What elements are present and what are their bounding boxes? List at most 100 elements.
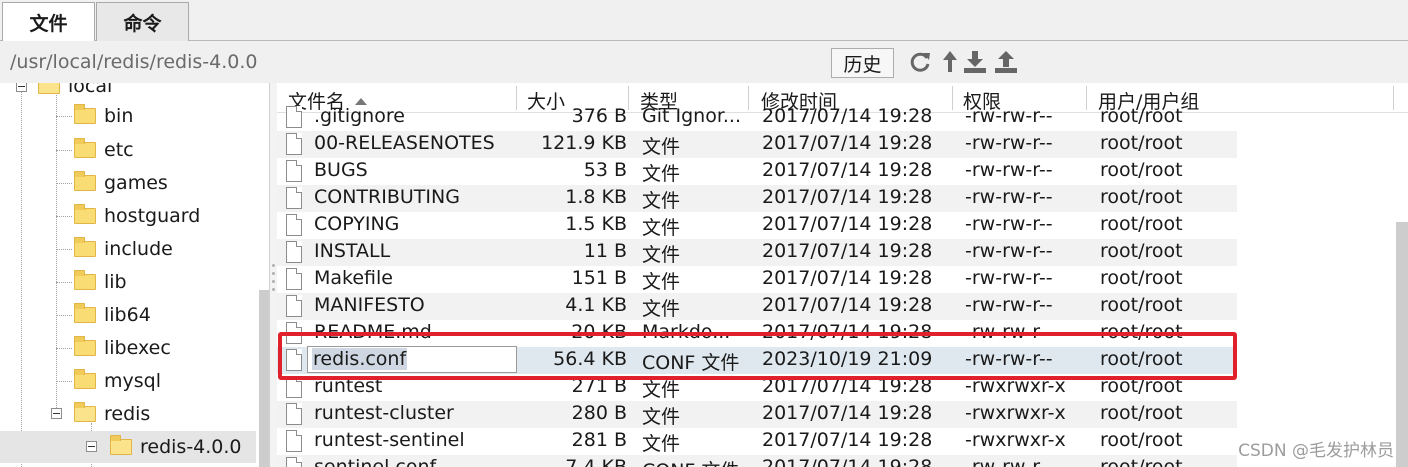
file-name: COPYING — [314, 213, 400, 235]
collapse-toggle[interactable] — [51, 408, 62, 419]
file-row[interactable]: CONTRIBUTING 1.8 KB 文件 2017/07/14 19:28 -rw-… — [277, 185, 1237, 212]
directory-tree: local bin etc games hostguard include li… — [0, 83, 270, 467]
tree-item-games[interactable]: games — [74, 168, 168, 198]
up-arrow-icon[interactable] — [937, 49, 963, 75]
file-modified: 2017/07/14 19:28 — [762, 105, 933, 127]
file-size: 1.8 KB — [565, 186, 627, 208]
file-row[interactable]: runtest-sentinel 281 B 文件 2017/07/14 19:28 -… — [277, 428, 1237, 455]
file-owner: root/root — [1100, 402, 1183, 424]
folder-icon — [74, 237, 96, 257]
folder-icon — [74, 104, 96, 124]
folder-icon — [74, 138, 96, 158]
file-permissions: -rw-rw-r-- — [965, 456, 1053, 467]
file-list-scrollbar[interactable] — [1396, 222, 1408, 467]
file-name: CONTRIBUTING — [314, 186, 460, 208]
upload-icon[interactable] — [993, 49, 1019, 75]
tree-item-label: bin — [104, 105, 134, 127]
folder-open-icon — [38, 83, 60, 94]
tree-scrollbar[interactable] — [259, 290, 269, 467]
file-icon — [286, 214, 302, 236]
tab-files[interactable]: 文件 — [2, 2, 95, 42]
tree-item-hostguard[interactable]: hostguard — [74, 201, 200, 231]
file-row[interactable]: MANIFESTO 4.1 KB 文件 2017/07/14 19:28 -rw-rw-… — [277, 293, 1237, 320]
file-owner: root/root — [1100, 105, 1183, 127]
watermark: CSDN @毛发护林员 — [1238, 441, 1394, 461]
tree-item-label: libexec — [104, 337, 171, 359]
tree-line — [56, 348, 72, 349]
tree-line — [56, 381, 72, 382]
column-separator[interactable] — [1393, 86, 1394, 110]
tree-item-libexec[interactable]: libexec — [74, 333, 171, 363]
tab-bar: 文件 命令 — [0, 0, 1408, 42]
file-permissions: -rw-rw-r-- — [965, 186, 1053, 208]
file-type: 文件 — [642, 190, 681, 212]
file-row[interactable]: COPYING 1.5 KB 文件 2017/07/14 19:28 -rw-rw-r-… — [277, 212, 1237, 239]
file-type: 文件 — [642, 406, 681, 428]
splitter-grip — [272, 280, 275, 283]
file-type: 文件 — [642, 298, 681, 320]
file-row[interactable]: 00-RELEASENOTES 121.9 KB 文件 2017/07/14 19:2… — [277, 131, 1237, 158]
tree-item-label: games — [104, 172, 168, 194]
file-permissions: -rw-rw-r-- — [965, 267, 1053, 289]
folder-icon — [74, 369, 96, 389]
folder-open-icon — [74, 402, 96, 422]
file-name: .gitignore — [314, 105, 405, 127]
tree-line — [56, 116, 72, 117]
file-row[interactable]: BUGS 53 B 文件 2017/07/14 19:28 -rw-rw-r-- root… — [277, 158, 1237, 185]
file-icon — [286, 106, 302, 128]
tree-item-lib[interactable]: lib — [74, 267, 127, 297]
download-icon[interactable] — [962, 49, 988, 75]
tree-item-label: redis — [104, 403, 151, 425]
file-row[interactable]: runtest-cluster 280 B 文件 2017/07/14 19:28 -r… — [277, 401, 1237, 428]
highlight-annotation — [278, 332, 1237, 380]
file-type: 文件 — [642, 433, 681, 455]
folder-icon — [74, 336, 96, 356]
file-size: 7.4 KB — [565, 456, 627, 467]
file-modified: 2017/07/14 19:28 — [762, 159, 933, 181]
file-name: BUGS — [314, 159, 368, 181]
tree-item-local[interactable]: local — [38, 83, 112, 101]
file-icon — [286, 160, 302, 182]
tree-item-lib64[interactable]: lib64 — [74, 300, 151, 330]
file-modified: 2017/07/14 19:28 — [762, 267, 933, 289]
file-name: 00-RELEASENOTES — [314, 132, 495, 154]
file-owner: root/root — [1100, 159, 1183, 181]
tree-item-redis-4-0-0[interactable]: redis-4.0.0 — [0, 431, 256, 463]
collapse-toggle[interactable] — [16, 83, 27, 92]
file-modified: 2017/07/14 19:28 — [762, 186, 933, 208]
file-icon — [286, 403, 302, 425]
path-input[interactable]: /usr/local/redis/redis-4.0.0 — [10, 51, 257, 73]
tree-item-bin[interactable]: bin — [74, 101, 133, 131]
file-permissions: -rwxrwxr-x — [965, 402, 1066, 424]
file-type: CONF 文件 — [642, 456, 752, 467]
file-icon — [286, 430, 302, 452]
folder-icon — [74, 204, 96, 224]
tab-commands[interactable]: 命令 — [96, 2, 189, 41]
tree-line — [56, 91, 57, 416]
file-row[interactable]: INSTALL 11 B 文件 2017/07/14 19:28 -rw-rw-r-- r… — [277, 239, 1237, 266]
file-type: 文件 — [642, 244, 681, 266]
file-size: 1.5 KB — [565, 213, 627, 235]
file-icon — [286, 268, 302, 290]
pane-splitter[interactable] — [270, 83, 277, 467]
tree-item-label: redis-4.0.0 — [140, 436, 242, 458]
tree-line — [21, 83, 22, 467]
tree-item-etc[interactable]: etc — [74, 135, 134, 165]
file-row[interactable]: Makefile 151 B 文件 2017/07/14 19:28 -rw-rw-r-… — [277, 266, 1237, 293]
file-list: 文件名 大小 类型 修改时间 权限 用户/用户组 .gitignore 376 B… — [277, 83, 1408, 467]
collapse-toggle[interactable] — [86, 441, 97, 452]
file-type: 文件 — [642, 217, 681, 239]
file-size: 11 B — [583, 240, 627, 262]
file-row[interactable]: .gitignore 376 B Git Ignor... 2017/07/14 19… — [277, 104, 1237, 131]
tree-item-include[interactable]: include — [74, 234, 173, 264]
file-name: runtest-cluster — [314, 402, 454, 424]
refresh-icon[interactable] — [907, 49, 933, 75]
tree-line — [56, 183, 72, 184]
file-row[interactable]: sentinel.conf 7.4 KB CONF 文件 2017/07/14 19:… — [277, 455, 1237, 467]
tree-item-redis[interactable]: redis — [74, 399, 150, 429]
file-owner: root/root — [1100, 186, 1183, 208]
tree-item-mysql[interactable]: mysql — [74, 366, 161, 396]
file-type: Git Ignor... — [642, 105, 742, 127]
folder-icon — [74, 171, 96, 191]
history-button[interactable]: 历史 — [831, 48, 894, 78]
